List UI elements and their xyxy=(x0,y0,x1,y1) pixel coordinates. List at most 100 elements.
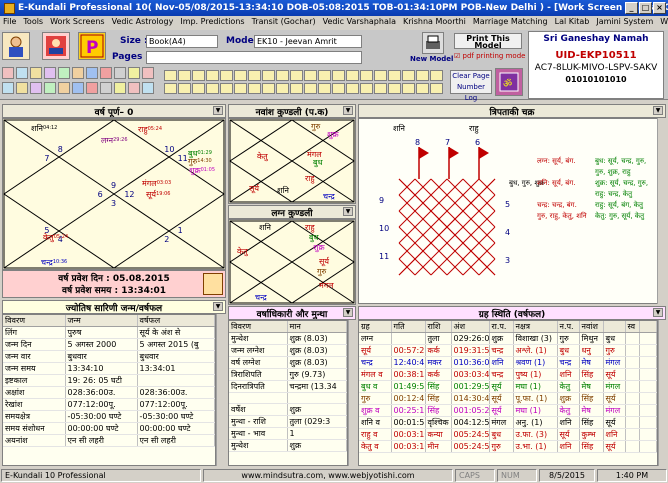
table-row[interactable]: दिनरात्रिपति चन्द्रमा (13.34 xyxy=(229,380,347,393)
tool-icon-0[interactable] xyxy=(2,67,14,79)
table-row[interactable]: मुन्था - भाव 1 xyxy=(229,427,347,440)
table-row[interactable]: बुध व01:49:58सिंह001:29:50सूर्यमघा (1)के… xyxy=(359,380,657,393)
page-slot[interactable] xyxy=(388,83,401,94)
page-slot[interactable] xyxy=(304,83,317,94)
table-row[interactable]: मुन्थेश शुक्र xyxy=(229,439,347,452)
tripataki-menu-button[interactable]: ▼ xyxy=(653,106,663,115)
column-header[interactable]: अंश xyxy=(451,321,490,333)
table-row[interactable]: समय संशोधन 00:00:00 घण्टे 00:00:00 घण्टे xyxy=(3,422,215,435)
column-header[interactable]: मान xyxy=(287,321,347,333)
table-row[interactable]: त्रिराशिपति गुरु (9.73) xyxy=(229,368,347,381)
page-slot[interactable] xyxy=(276,70,289,81)
maximize-button[interactable]: □ xyxy=(639,2,652,14)
menu-item-6[interactable]: Vedic Varshaphala xyxy=(323,17,396,29)
table-row[interactable]: गुरु00:12:47सिंह014:30:41सूर्यपू.फा. (1)… xyxy=(359,392,657,405)
tool-icon-10[interactable] xyxy=(142,67,154,79)
page-slot[interactable] xyxy=(388,70,401,81)
page-slot[interactable] xyxy=(178,83,191,94)
menu-item-8[interactable]: Marriage Matching xyxy=(473,17,548,29)
table-row[interactable]: जन्म दिन 5 अगस्त 2000 5 अगस्त 2015 (बु xyxy=(3,338,215,351)
pages-select[interactable] xyxy=(146,51,362,64)
table-row[interactable]: सूर्य00:57:27कर्क019:31:54चन्द्रअश्ले. (… xyxy=(359,344,657,357)
table-row[interactable]: वर्षेश शुक्र xyxy=(229,403,347,416)
tool-icon-17[interactable] xyxy=(86,82,98,94)
column-header[interactable] xyxy=(639,321,657,333)
tool-icon-7[interactable] xyxy=(100,67,112,79)
menu-item-7[interactable]: Krishna Moorthi xyxy=(403,17,466,29)
reader-icon[interactable] xyxy=(42,32,70,60)
page-slot[interactable] xyxy=(430,83,443,94)
column-header[interactable]: विवरण xyxy=(229,321,288,333)
table-row[interactable]: लिंग पुरुष सूर्य के अंश से xyxy=(3,326,215,339)
p-logo-icon[interactable]: P xyxy=(78,32,106,60)
table-row[interactable]: केतु व00:03:10मीन005:24:55गुरुउ.भा. (1)श… xyxy=(359,440,657,453)
page-slot[interactable] xyxy=(234,83,247,94)
table-row[interactable]: लग्न तुला029:26:06शुक्रविशाखा (3)गुरुमिथु… xyxy=(359,332,657,345)
page-slot[interactable] xyxy=(276,83,289,94)
page-slot[interactable] xyxy=(220,83,233,94)
table-row[interactable]: जन्म समय 13:34:10 13:34:01 xyxy=(3,362,215,375)
column-header[interactable]: रा.प. xyxy=(489,321,514,333)
column-header[interactable]: ग्रह xyxy=(359,321,392,333)
tool-icon-8[interactable] xyxy=(114,67,126,79)
page-slot[interactable] xyxy=(206,70,219,81)
print-model-button[interactable]: Print This Model xyxy=(454,33,522,50)
page-slot[interactable] xyxy=(206,83,219,94)
page-slot[interactable] xyxy=(416,83,429,94)
table-row[interactable]: रेखांश 077:12:00पू. 077:12:00पू. xyxy=(3,398,215,411)
reader-small-icon[interactable] xyxy=(203,273,223,295)
table-row[interactable] xyxy=(229,392,347,404)
menu-item-0[interactable]: File xyxy=(3,17,16,29)
page-slot[interactable] xyxy=(346,83,359,94)
column-header[interactable]: नक्षत्र xyxy=(513,321,558,333)
menu-item-11[interactable]: Window xyxy=(660,17,668,29)
new-model-label[interactable]: New Model xyxy=(410,55,453,63)
table-row[interactable]: मुन्थेश शुक्र (8.03) xyxy=(229,332,347,345)
table-row[interactable]: राहु व00:03:10कन्या005:24:55बुधउ.फा. (3)… xyxy=(359,428,657,441)
navamsha-menu-button[interactable]: ▼ xyxy=(343,106,353,115)
menu-item-3[interactable]: Vedic Astrology xyxy=(112,17,174,29)
page-slot[interactable] xyxy=(416,70,429,81)
page-slot[interactable] xyxy=(234,70,247,81)
grah-menu-button[interactable]: ▼ xyxy=(653,308,663,317)
page-slot[interactable] xyxy=(178,70,191,81)
printer-icon[interactable] xyxy=(422,32,444,54)
table-row[interactable]: जन्म लग्नेश शुक्र (8.03) xyxy=(229,344,347,357)
page-slot[interactable] xyxy=(192,83,205,94)
page-slot[interactable] xyxy=(248,83,261,94)
page-slot[interactable] xyxy=(220,70,233,81)
person-icon[interactable] xyxy=(2,32,30,60)
page-slot[interactable] xyxy=(402,70,415,81)
table-row[interactable]: वर्ष लग्नेश शुक्र (8.03) xyxy=(229,356,347,369)
page-slot[interactable] xyxy=(402,83,415,94)
size-select[interactable]: Book(A4) xyxy=(146,35,218,48)
table-row[interactable]: शुक्र व00:25:19सिंह001:05:24सूर्यमघा (1)… xyxy=(359,404,657,417)
book-icon[interactable]: ॐ xyxy=(495,68,523,96)
column-header[interactable] xyxy=(603,321,626,333)
tool-icon-18[interactable] xyxy=(100,82,112,94)
tool-icon-6[interactable] xyxy=(86,67,98,79)
page-slot[interactable] xyxy=(360,83,373,94)
page-slot[interactable] xyxy=(192,70,205,81)
menu-item-10[interactable]: Jamini System xyxy=(596,17,653,29)
tool-icon-20[interactable] xyxy=(128,82,140,94)
page-slot[interactable] xyxy=(262,70,275,81)
table-row[interactable]: चन्द्र12:40:42मकर010:36:03शनिश्रवण (1)चन… xyxy=(359,356,657,369)
table-row[interactable]: समयक्षेत्र -05:30:00 घण्टे -05:30:00 घण्टे xyxy=(3,410,215,423)
column-header[interactable]: वर्षफल xyxy=(137,315,215,327)
menu-item-9[interactable]: Lal Kitab xyxy=(555,17,590,29)
page-slot[interactable] xyxy=(304,70,317,81)
tripataki-scrollbar[interactable] xyxy=(657,118,666,304)
table-row[interactable]: मुन्था - राशि तुला (029:3 xyxy=(229,415,347,428)
tool-icon-3[interactable] xyxy=(44,67,56,79)
grah-scrollbar[interactable] xyxy=(658,320,666,466)
page-slot[interactable] xyxy=(332,70,345,81)
column-header[interactable]: विवरण xyxy=(3,315,66,327)
tool-icon-9[interactable] xyxy=(128,67,140,79)
pdf-mode-checkbox[interactable]: ☑ pdf printing mode xyxy=(454,52,525,60)
menu-item-4[interactable]: Imp. Predictions xyxy=(180,17,244,29)
column-header[interactable]: गति xyxy=(391,321,426,333)
tool-icon-19[interactable] xyxy=(114,82,126,94)
jyotish-scrollbar[interactable] xyxy=(216,314,226,466)
page-slot[interactable] xyxy=(318,83,331,94)
